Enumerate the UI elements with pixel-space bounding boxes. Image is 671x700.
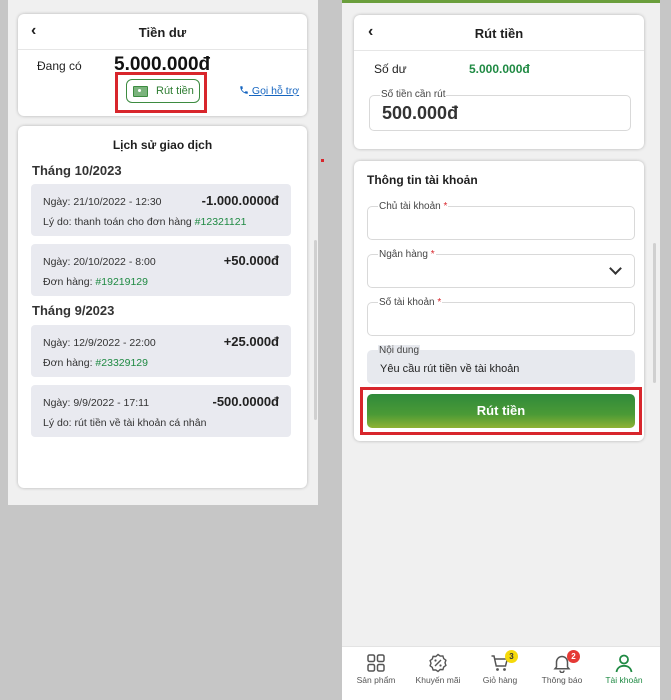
note-label: Lý do: rút tiền về tài khoản cá nhân	[43, 417, 207, 429]
transaction-note: Lý do: thanh toán cho đơn hàng #12321121	[43, 216, 246, 228]
scrollbar[interactable]	[314, 240, 317, 420]
phone-icon	[240, 86, 248, 94]
withdraw-amount-value: 500.000đ	[382, 103, 459, 123]
highlight-box	[360, 387, 642, 435]
order-link[interactable]: #19219129	[95, 276, 148, 288]
transaction-item[interactable]: Ngày: 21/10/2022 - 12:30 -1.000.0000đ Lý…	[31, 184, 291, 236]
scrollbar[interactable]	[653, 243, 656, 383]
balance-label: Đang có	[37, 59, 82, 73]
bank-label: Ngân hàng *	[378, 249, 436, 260]
header-divider	[18, 49, 307, 50]
month-heading: Tháng 9/2023	[32, 303, 115, 318]
cart-count-badge: 3	[505, 650, 518, 663]
balance-amount: 5.000.000đ	[469, 62, 530, 76]
balance-screen: ‹ Tiền dư Đang có 5.000.000đ Rút tiền Gọ…	[8, 0, 318, 505]
header-divider	[354, 50, 644, 51]
tab-products[interactable]: Sản phẩm	[346, 653, 406, 685]
withdraw-amount-card: ‹ Rút tiền Số dư 5.000.000đ Số tiền cần …	[354, 15, 644, 149]
tab-cart[interactable]: 3 Giỏ hàng	[470, 650, 530, 685]
tab-account[interactable]: Tài khoản	[594, 653, 654, 685]
content-field[interactable]: Nội dung Yêu cầu rút tiền về tài khoản	[367, 345, 635, 384]
tab-label: Giỏ hàng	[482, 675, 518, 685]
transaction-date: Ngày: 20/10/2022 - 8:00	[43, 256, 156, 268]
transaction-note: Lý do: rút tiền về tài khoản cá nhân	[43, 417, 206, 429]
transaction-item[interactable]: Ngày: 12/9/2022 - 22:00 +25.000đ Đơn hàn…	[31, 325, 291, 377]
tab-label: Khuyến mãi	[415, 675, 461, 685]
order-link[interactable]: #12321121	[195, 216, 247, 228]
dot-marker	[321, 159, 324, 162]
transaction-note: Đơn hàng: #23329129	[43, 357, 148, 369]
transaction-date: Ngày: 9/9/2022 - 17:11	[43, 397, 150, 409]
page-title: Tiền dư	[138, 25, 187, 40]
account-info-title: Thông tin tài khoản	[367, 173, 478, 187]
bottom-tabbar: Sản phẩm Khuyến mãi 3 Giỏ hàng 2 Thông b…	[342, 646, 660, 700]
history-title: Lịch sử giao dịch	[112, 138, 213, 152]
tab-label: Thông báo	[541, 675, 583, 685]
bank-select[interactable]: Ngân hàng *	[367, 249, 635, 288]
grid-icon	[367, 654, 385, 672]
account-number-field[interactable]: Số tài khoản *	[367, 297, 635, 336]
withdraw-screen: ‹ Rút tiền Số dư 5.000.000đ Số tiền cần …	[342, 0, 660, 700]
tab-notifications[interactable]: 2 Thông báo	[532, 650, 592, 685]
chevron-down-icon	[609, 262, 622, 275]
note-label: Đơn hàng:	[43, 276, 96, 288]
account-owner-field[interactable]: Chủ tài khoản *	[367, 201, 635, 240]
content-value: Yêu cầu rút tiền về tài khoản	[380, 363, 520, 375]
tab-label: Sản phẩm	[356, 675, 396, 685]
order-link[interactable]: #23329129	[95, 357, 148, 369]
support-link[interactable]: Gọi hỗ trợ	[239, 85, 299, 97]
balance-label: Số dư	[374, 62, 407, 76]
transaction-amount: -1.000.0000đ	[201, 193, 279, 208]
transaction-amount: -500.0000đ	[212, 394, 280, 409]
discount-icon	[429, 653, 447, 673]
note-label: Đơn hàng:	[43, 357, 96, 369]
transaction-item[interactable]: Ngày: 20/10/2022 - 8:00 +50.000đ Đơn hàn…	[31, 244, 291, 296]
page-title: Rút tiền	[474, 26, 524, 41]
month-heading: Tháng 10/2023	[32, 163, 122, 178]
content-label: Nội dung	[378, 345, 421, 356]
user-icon	[615, 654, 633, 673]
history-card: Lịch sử giao dịch Tháng 10/2023 Ngày: 21…	[18, 126, 307, 488]
withdraw-amount-label: Số tiền cần rút	[380, 89, 447, 100]
note-label: Lý do: thanh toán cho đơn hàng	[43, 216, 195, 228]
notification-count-badge: 2	[567, 650, 580, 663]
account-owner-label: Chủ tài khoản *	[378, 201, 449, 212]
withdraw-amount-input[interactable]: Số tiền cần rút 500.000đ	[369, 89, 631, 131]
tab-promotions[interactable]: Khuyến mãi	[408, 653, 468, 685]
tab-label: Tài khoản	[605, 675, 643, 685]
transaction-note: Đơn hàng: #19219129	[43, 276, 148, 288]
transaction-date: Ngày: 12/9/2022 - 22:00	[43, 337, 156, 349]
support-link-label: Gọi hỗ trợ	[251, 85, 300, 97]
account-number-label: Số tài khoản *	[378, 297, 443, 308]
transaction-amount: +50.000đ	[223, 253, 279, 268]
transaction-item[interactable]: Ngày: 9/9/2022 - 17:11 -500.0000đ Lý do:…	[31, 385, 291, 437]
transaction-amount: +25.000đ	[223, 334, 279, 349]
highlight-box	[115, 72, 207, 113]
transaction-date: Ngày: 21/10/2022 - 12:30	[43, 196, 162, 208]
